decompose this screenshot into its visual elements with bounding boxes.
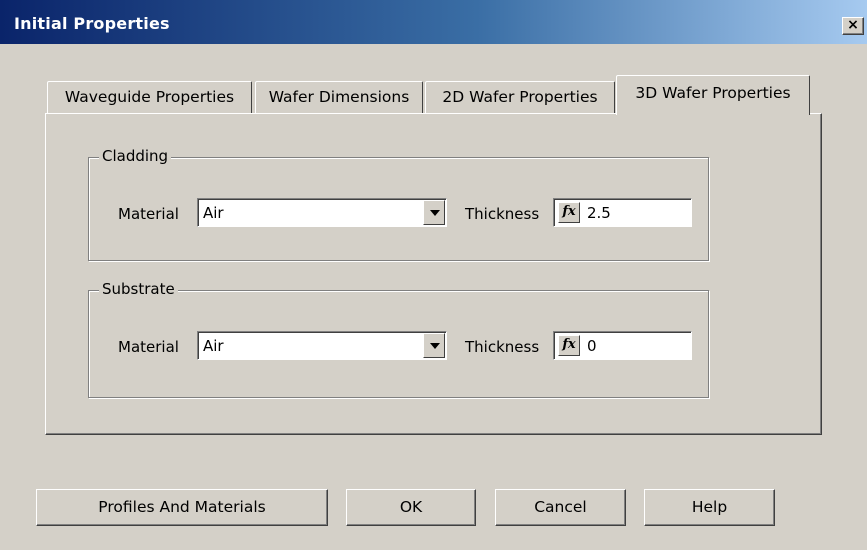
substrate-thickness-field[interactable]: fx 0 xyxy=(553,331,692,360)
cladding-group-title: Cladding xyxy=(99,147,172,165)
help-label: Help xyxy=(691,498,728,516)
substrate-material-select[interactable]: Air xyxy=(197,331,447,360)
tab-label: 3D Wafer Properties xyxy=(635,84,791,102)
cladding-thickness-value: 2.5 xyxy=(587,204,611,222)
substrate-thickness-label: Thickness xyxy=(465,338,540,356)
chevron-down-icon[interactable] xyxy=(423,200,445,225)
substrate-material-value: Air xyxy=(203,337,224,355)
ok-label: OK xyxy=(399,498,423,516)
ok-button[interactable]: OK xyxy=(346,489,476,526)
cladding-thickness-field[interactable]: fx 2.5 xyxy=(553,198,692,227)
tab-label: Waveguide Properties xyxy=(64,88,235,106)
chevron-down-icon[interactable] xyxy=(423,333,445,358)
cancel-label: Cancel xyxy=(534,498,587,516)
fx-glyph: fx xyxy=(562,337,576,352)
cancel-button[interactable]: Cancel xyxy=(495,489,626,526)
substrate-group-title: Substrate xyxy=(99,280,178,298)
function-icon[interactable]: fx xyxy=(558,335,580,356)
title-bar[interactable]: Initial Properties × xyxy=(0,0,867,44)
tab-waveguide-properties[interactable]: Waveguide Properties xyxy=(47,81,252,114)
function-icon[interactable]: fx xyxy=(558,202,580,223)
window-title: Initial Properties xyxy=(14,14,170,33)
cladding-thickness-label: Thickness xyxy=(465,205,540,223)
profiles-and-materials-label: Profiles And Materials xyxy=(98,498,266,516)
cladding-material-value: Air xyxy=(203,204,224,222)
profiles-and-materials-button[interactable]: Profiles And Materials xyxy=(36,489,328,526)
close-icon: × xyxy=(847,17,859,33)
substrate-material-label: Material xyxy=(118,338,179,356)
cladding-material-select[interactable]: Air xyxy=(197,198,447,227)
tab-label: 2D Wafer Properties xyxy=(442,88,598,106)
tab-2d-wafer-properties[interactable]: 2D Wafer Properties xyxy=(425,81,615,114)
close-button[interactable]: × xyxy=(842,17,864,35)
substrate-thickness-value: 0 xyxy=(587,337,597,355)
cladding-material-label: Material xyxy=(118,205,179,223)
tab-wafer-dimensions[interactable]: Wafer Dimensions xyxy=(255,81,423,114)
tab-3d-wafer-properties[interactable]: 3D Wafer Properties xyxy=(616,75,810,115)
tab-label: Wafer Dimensions xyxy=(268,88,410,106)
help-button[interactable]: Help xyxy=(644,489,775,526)
fx-glyph: fx xyxy=(562,204,576,219)
